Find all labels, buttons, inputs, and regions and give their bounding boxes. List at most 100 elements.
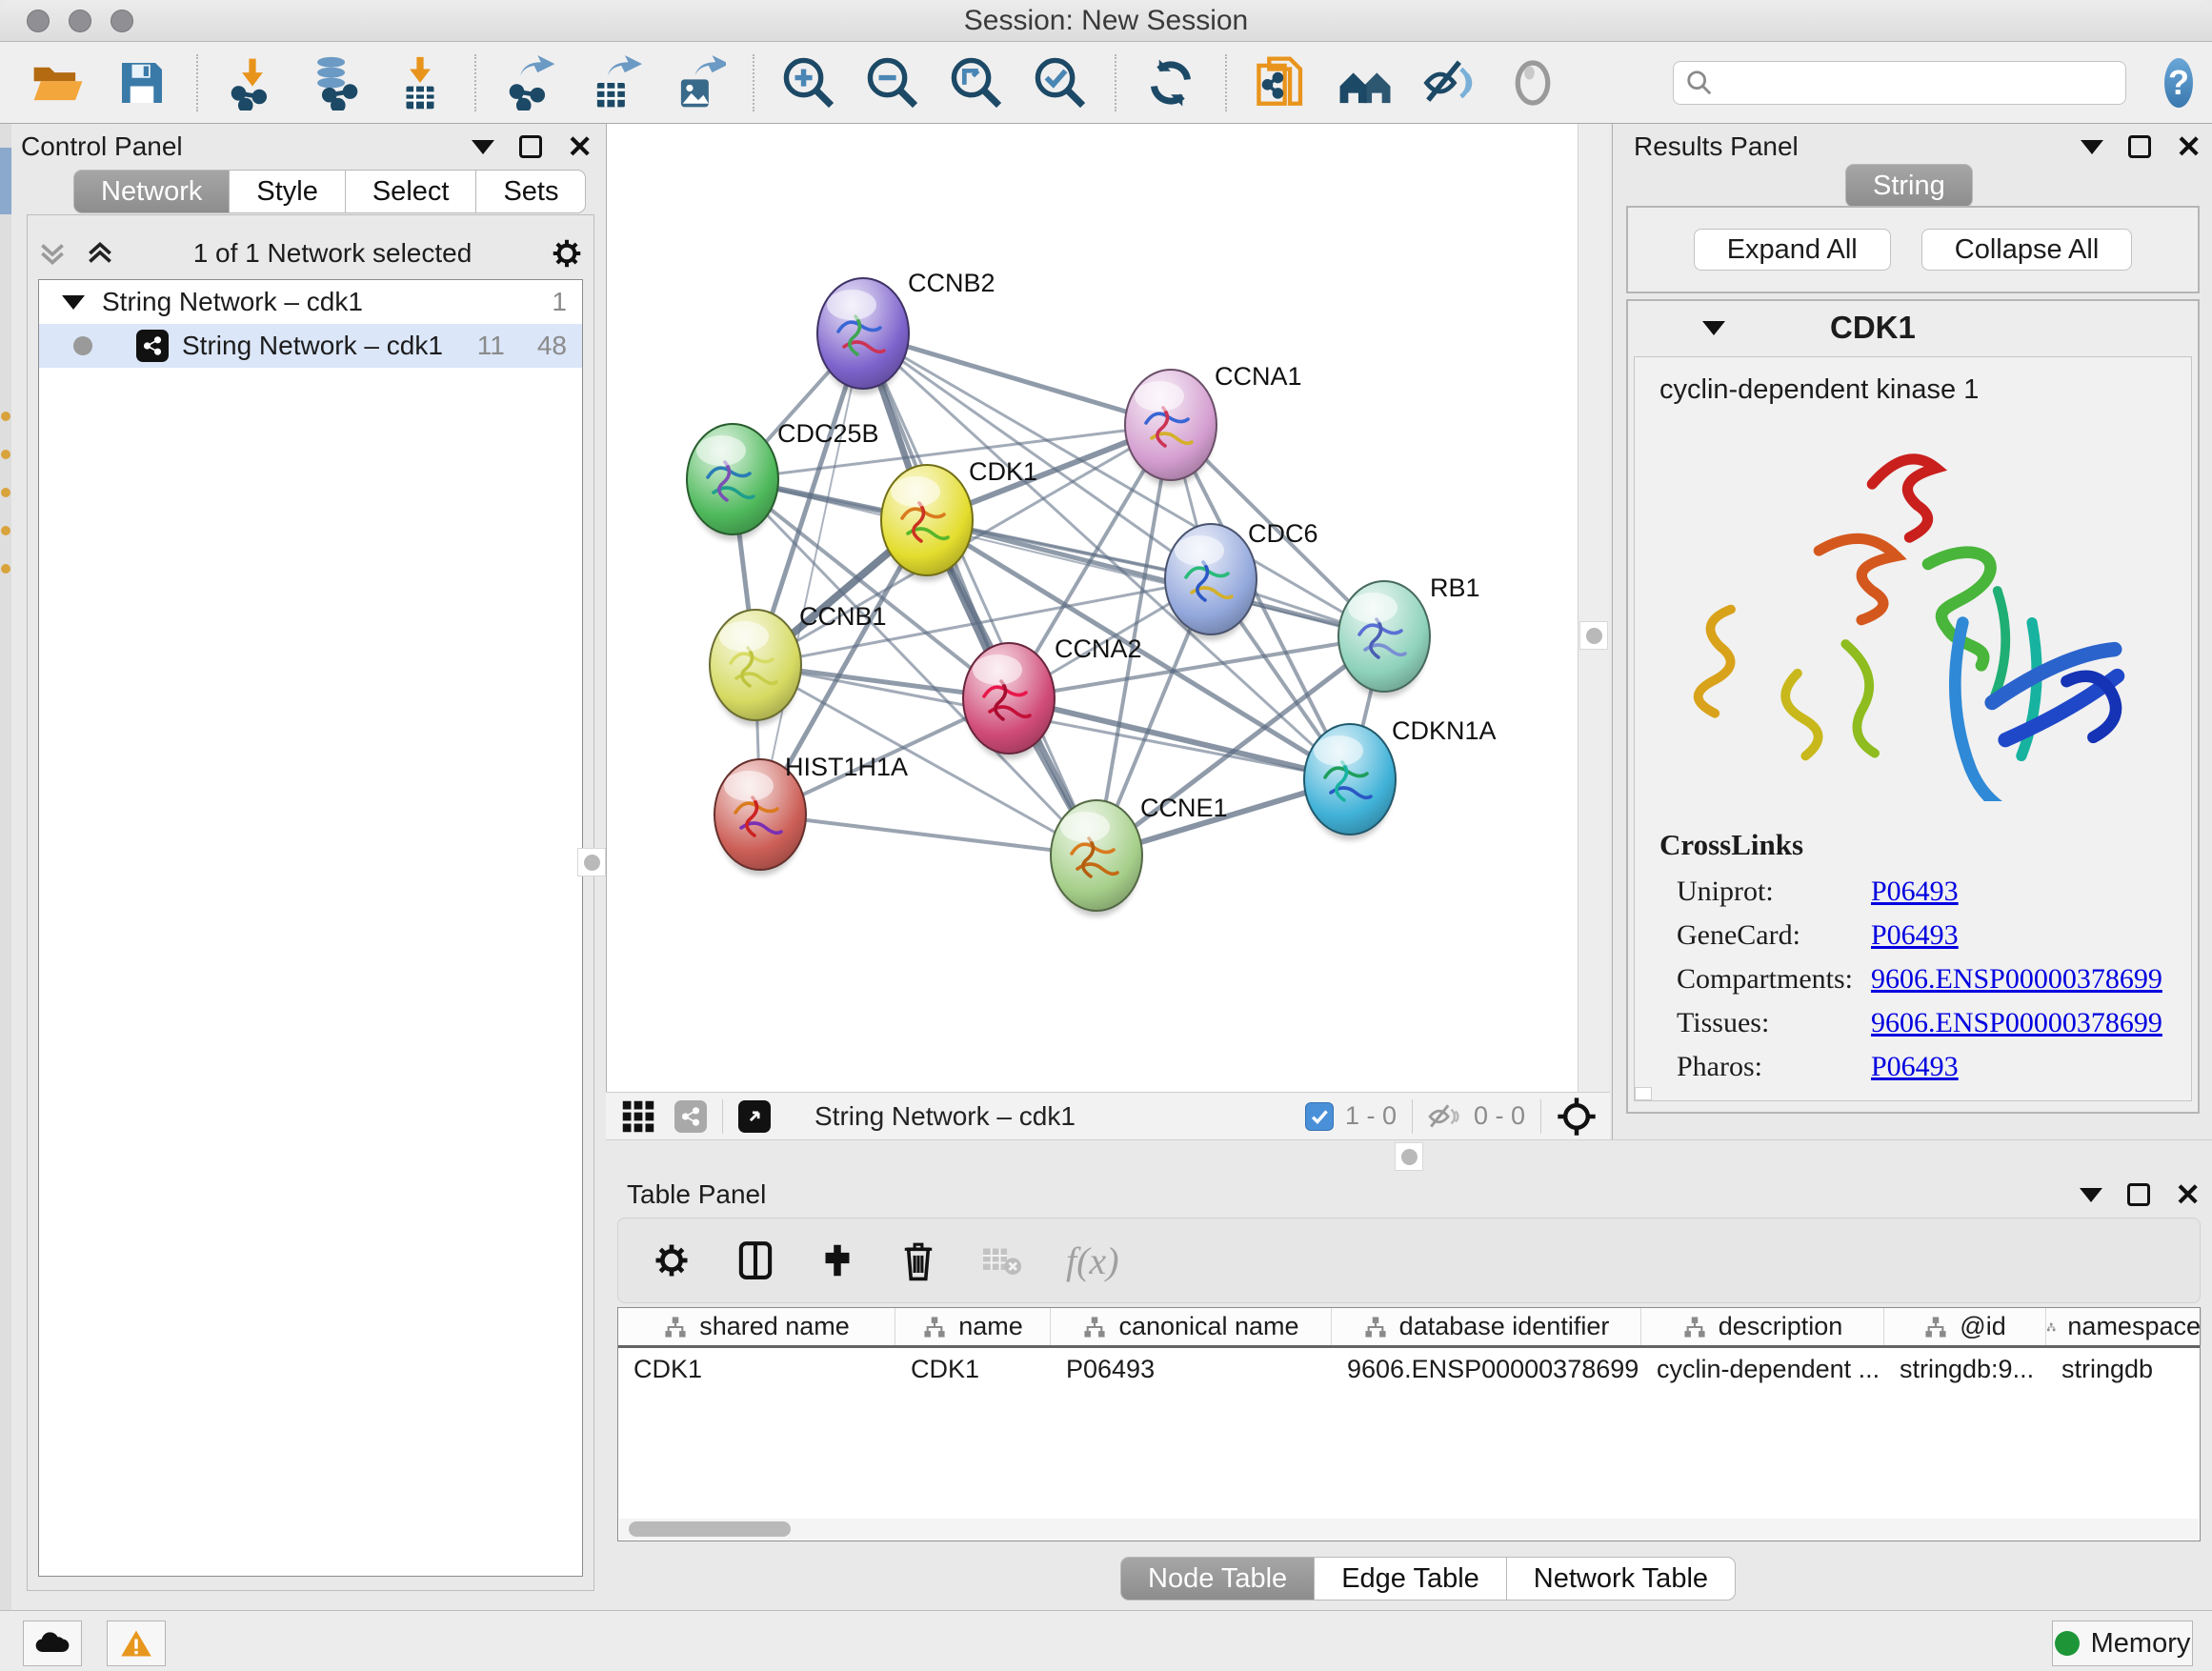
network-edge[interactable] [863,333,1171,425]
panel-float-icon[interactable] [2128,135,2151,158]
panel-close-icon[interactable]: ✕ [2176,135,2202,158]
table-splitter-handle[interactable] [1395,1142,1423,1171]
panel-menu-icon[interactable] [2080,1188,2102,1202]
network-node-CDC25B[interactable]: CDC25B [687,419,879,540]
table-cell[interactable]: P06493 [1051,1355,1332,1384]
panel-close-icon[interactable]: ✕ [567,135,593,158]
table-horizontal-scrollbar[interactable] [619,1519,2199,1540]
import-network-from-database-button[interactable] [307,53,366,112]
import-network-file-button[interactable] [223,53,282,112]
network-vertical-scrollbar[interactable] [1578,124,1610,1092]
disclosure-triangle-icon[interactable] [62,295,85,310]
search-input[interactable] [1714,68,2114,97]
refresh-view-button[interactable] [1141,53,1200,112]
export-image-button[interactable] [669,53,728,112]
collapse-all-icon[interactable] [36,237,69,270]
window-minimize-button[interactable] [69,10,91,32]
network-node-CDK1[interactable]: CDK1 [881,457,1037,581]
panel-splitter-handle[interactable] [577,848,606,876]
crosslink-link[interactable]: P06493 [1871,919,1959,950]
table-cell[interactable]: cyclin-dependent ... [1641,1355,1884,1384]
search-box[interactable] [1673,61,2126,105]
window-zoom-button[interactable] [111,10,133,32]
import-table-button[interactable] [391,53,450,112]
zoom-selected-button[interactable] [1031,53,1090,112]
crosslink-link[interactable]: P06493 [1871,1051,1959,1081]
tab-network-table[interactable]: Network Table [1507,1557,1736,1601]
network-row[interactable]: String Network – cdk1 11 48 [39,324,582,368]
zoom-in-button[interactable] [779,53,838,112]
network-view-type-icon[interactable] [674,1100,707,1133]
tab-edge-table[interactable]: Edge Table [1315,1557,1507,1601]
delete-icon[interactable] [898,1239,938,1281]
network-node-CCNB1[interactable]: CCNB1 [710,602,887,726]
table-cell[interactable]: stringdb:9... [1884,1355,2046,1384]
tab-node-table[interactable]: Node Table [1120,1557,1315,1601]
column-header[interactable]: namespace [2046,1308,2202,1345]
add-icon[interactable] [818,1241,856,1279]
column-header[interactable]: canonical name [1051,1308,1332,1345]
scrollbar-thumb[interactable] [629,1521,791,1537]
help-button[interactable]: ? [2164,58,2193,108]
column-header[interactable]: shared name [618,1308,895,1345]
table-cell[interactable]: 9606.ENSP00000378699 [1332,1355,1641,1384]
table-cell[interactable]: stringdb [2046,1355,2202,1384]
zoom-out-button[interactable] [863,53,922,112]
tab-select[interactable]: Select [346,170,477,213]
gene-card-header[interactable]: CDK1 [1628,301,2198,354]
network-node-CCNE1[interactable]: CCNE1 [1051,794,1228,916]
network-node-CDKN1A[interactable]: CDKN1A [1304,716,1497,840]
results-splitter-handle[interactable] [1579,621,1608,650]
selected-checkbox[interactable] [1305,1102,1334,1131]
crosslink-link[interactable]: 9606.ENSP00000378699 [1871,1007,2162,1037]
horizontal-splitter[interactable] [606,1139,2212,1174]
column-header[interactable]: database identifier [1332,1308,1641,1345]
column-header[interactable]: description [1641,1308,1884,1345]
expand-all-button[interactable]: Expand All [1694,229,1891,271]
clone-network-button[interactable] [1252,53,1311,112]
crosslink-link[interactable]: P06493 [1871,876,1959,906]
panel-menu-icon[interactable] [472,140,494,154]
panel-float-icon[interactable] [2127,1183,2150,1206]
disclosure-triangle-icon[interactable] [1702,321,1725,335]
memory-button[interactable]: Memory [2052,1621,2193,1666]
expand-all-icon[interactable] [84,237,116,270]
warnings-button[interactable] [107,1621,166,1666]
gear-icon[interactable] [549,235,585,272]
network-collection-row[interactable]: String Network – cdk1 1 [39,280,582,324]
network-node-HIST1H1A[interactable]: HIST1H1A [714,753,908,876]
window-close-button[interactable] [27,10,50,32]
network-node-CDC6[interactable]: CDC6 [1165,519,1318,640]
node-table[interactable]: shared name name canonical name database… [617,1307,2201,1541]
tab-network[interactable]: Network [73,170,230,213]
export-network-button[interactable] [501,53,560,112]
table-cell[interactable]: CDK1 [895,1355,1051,1384]
network-edge[interactable] [760,815,1096,856]
network-node-CCNB2[interactable]: CCNB2 [817,269,995,394]
network-edge[interactable] [1009,698,1350,779]
home-button[interactable] [1336,53,1395,112]
tab-style[interactable]: Style [230,170,345,213]
panel-close-icon[interactable]: ✕ [2175,1183,2201,1206]
column-header[interactable]: @id [1884,1308,2046,1345]
table-row[interactable]: CDK1CDK1P064939606.ENSP00000378699cyclin… [618,1348,2200,1390]
column-header[interactable]: name [895,1308,1051,1345]
tab-sets[interactable]: Sets [476,170,586,213]
export-table-button[interactable] [585,53,644,112]
save-session-button[interactable] [112,53,171,112]
open-session-button[interactable] [29,53,88,112]
cloud-status-button[interactable] [23,1621,82,1666]
tab-string[interactable]: String [1845,164,1973,208]
table-cell[interactable]: CDK1 [618,1355,895,1384]
fit-selected-crosshair-icon[interactable] [1557,1097,1597,1137]
panel-float-icon[interactable] [519,135,542,158]
gear-icon[interactable] [651,1239,693,1281]
network-canvas[interactable]: CCNB2CCNA1CDC25BCDK1CDC6RB1CCNB1CCNA2CDK… [606,124,1578,1092]
panel-menu-icon[interactable] [2081,140,2103,154]
show-panel-button[interactable] [1503,53,1562,112]
grid-view-icon[interactable] [619,1097,657,1136]
network-edge[interactable] [760,333,863,815]
birdseye-view-icon[interactable] [738,1100,771,1133]
network-node-RB1[interactable]: RB1 [1338,574,1480,697]
collapse-all-button[interactable]: Collapse All [1921,229,2133,271]
